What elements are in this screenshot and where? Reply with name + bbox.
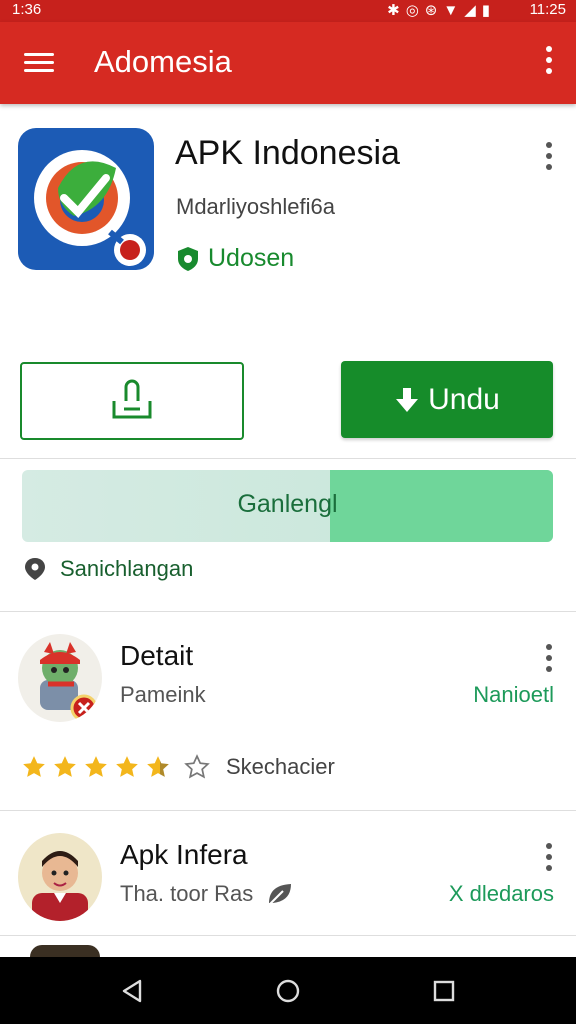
item-overflow-icon[interactable] [546,843,552,876]
touch-icon [112,379,152,419]
star-icon [116,756,138,777]
list-item-title: Apk Infera [120,839,248,870]
list-item-title: Detait [120,640,194,671]
shield-icon [178,246,198,271]
install-button[interactable]: Undu [341,361,553,438]
list-item-status: Nanioetl [473,682,554,707]
app-name: APK Indonesia [175,134,400,172]
app-icon [18,128,154,270]
status-icons: ✱◎⊛▼◢▮ [387,2,496,19]
star-icon [54,756,76,777]
list-item-subtitle: Tha. toor Ras [120,881,254,906]
home-icon[interactable] [274,977,302,1005]
avatar [18,634,102,722]
verified-badge: Udosen [176,244,294,273]
divider [0,935,576,936]
location-row: Sanichlangan [22,556,193,582]
recents-icon[interactable] [430,977,458,1005]
overflow-menu-icon[interactable] [546,46,554,79]
badge-label: Udosen [208,244,295,272]
leaf-icon [268,884,292,906]
list-item[interactable]: Apk Infera Tha. toor Ras X dledaros [0,811,576,935]
download-progress: Ganlengl [22,470,553,542]
star-half-icon [147,756,169,777]
list-item[interactable]: Detait Pameink Nanioetl Skechacier [0,612,576,810]
progress-label: Ganlengl [237,490,338,518]
app-bar: Adomesia [0,22,576,104]
divider [0,458,576,459]
location-pin-icon [25,558,45,580]
menu-icon[interactable] [24,48,54,76]
open-button[interactable] [20,362,244,440]
star-icon [23,756,45,777]
item-overflow-icon[interactable] [546,644,552,677]
list-item-subtitle-row: Tha. toor Ras [120,881,295,907]
status-time-right: 11:25 [529,1,566,18]
app-overflow-icon[interactable] [546,142,552,175]
status-bar: 1:36 ✱◎⊛▼◢▮ 11:25 [0,0,576,22]
avatar [18,833,102,921]
app-developer[interactable]: Mdarliyoshlefi6a [176,194,335,220]
app-header: APK Indonesia Mdarliyoshlefi6a Udosen Un… [0,104,576,454]
navigation-bar [0,957,576,1024]
back-icon[interactable] [118,977,146,1005]
star-icon [85,756,107,777]
avatar-partial [30,945,100,957]
location-label: Sanichlangan [60,556,194,581]
list-item-status: X dledaros [448,881,554,906]
list-item-subtitle: Pameink [120,682,206,707]
star-outline-icon [184,754,210,779]
rating-stars: Skechacier [20,754,335,780]
rating-label: Skechacier [226,754,335,779]
install-button-label: Undu [428,382,500,416]
status-time-left: 1:36 [12,1,42,18]
app-bar-title: Adomesia [94,44,232,79]
download-icon [396,387,419,412]
